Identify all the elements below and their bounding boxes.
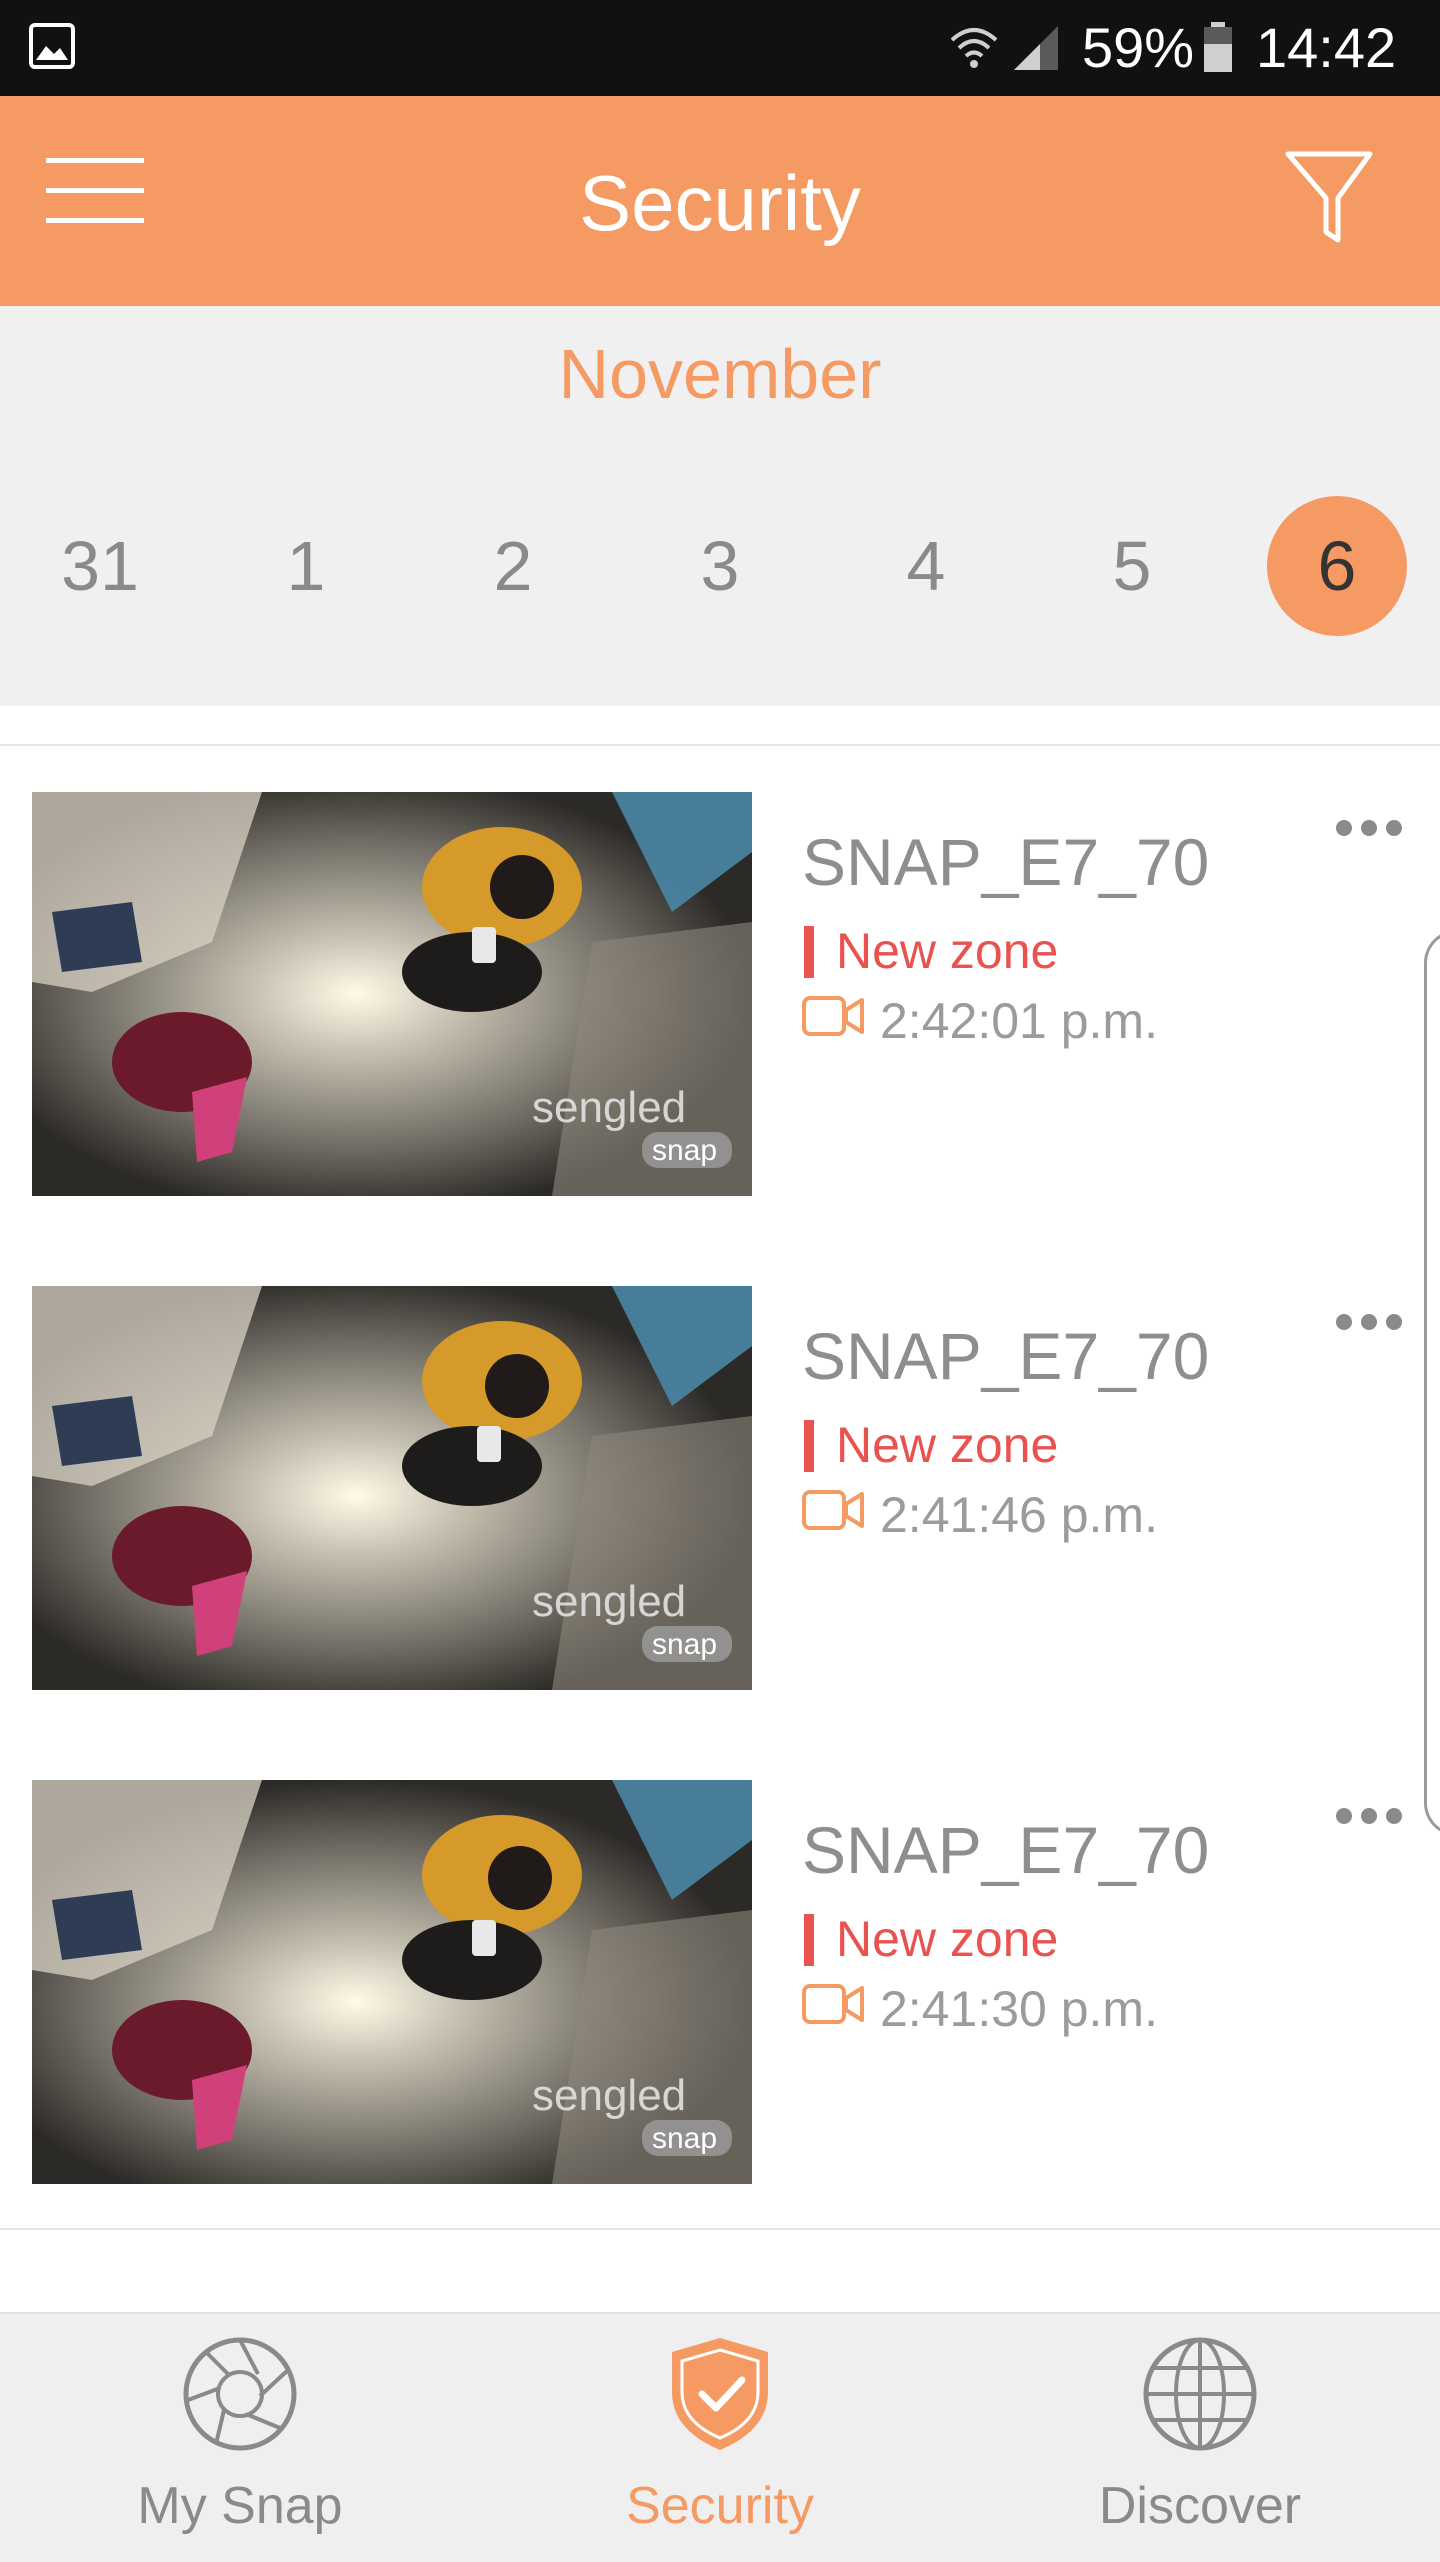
nav-label-security: Security bbox=[626, 2477, 814, 2535]
app-bar: Security bbox=[0, 96, 1440, 306]
month-label: November bbox=[558, 335, 882, 413]
date-selector: November 31 1 2 3 4 5 6 bbox=[0, 306, 1440, 706]
zone-indicator bbox=[804, 926, 814, 978]
camera-snapshot-image: sengled snap bbox=[32, 1780, 752, 2184]
event-thumbnail[interactable]: sengled snap bbox=[32, 1286, 752, 1690]
day-6-selected[interactable]: 6 bbox=[1267, 496, 1407, 636]
bottom-navigation: My Snap Security Discover bbox=[0, 2312, 1440, 2562]
day-31[interactable]: 31 bbox=[30, 496, 170, 636]
nav-discover[interactable]: Discover bbox=[960, 2314, 1440, 2562]
nav-label-my-snap: My Snap bbox=[137, 2477, 343, 2535]
nav-my-snap[interactable]: My Snap bbox=[0, 2314, 480, 2562]
video-camera-icon bbox=[802, 1490, 864, 1530]
status-clock: 14:42 bbox=[1256, 16, 1397, 79]
device-name: SNAP_E7_70 bbox=[802, 825, 1210, 899]
video-camera-icon bbox=[802, 996, 864, 1036]
camera-snapshot-image: sengled snap bbox=[32, 1286, 752, 1690]
svg-text:sengled: sengled bbox=[532, 1083, 686, 1132]
gallery-icon bbox=[29, 23, 75, 69]
more-dots-icon bbox=[1336, 1314, 1402, 1330]
more-options-button[interactable] bbox=[1334, 1300, 1404, 1344]
day-2[interactable]: 2 bbox=[443, 496, 583, 636]
svg-text:snap: snap bbox=[652, 2122, 717, 2155]
aperture-icon bbox=[183, 2337, 297, 2451]
day-4[interactable]: 4 bbox=[856, 496, 996, 636]
battery-percentage: 59% bbox=[1082, 16, 1195, 79]
event-thumbnail[interactable]: sengled snap bbox=[32, 792, 752, 1196]
signal-icon bbox=[1014, 26, 1058, 70]
filter-icon bbox=[1285, 151, 1373, 243]
svg-text:sengled: sengled bbox=[532, 2071, 686, 2120]
zone-label: New zone bbox=[836, 923, 1059, 979]
day-1[interactable]: 1 bbox=[236, 496, 376, 636]
battery-icon bbox=[1204, 22, 1232, 72]
nav-security[interactable]: Security bbox=[480, 2314, 960, 2562]
more-options-button[interactable] bbox=[1334, 806, 1404, 850]
svg-text:sengled: sengled bbox=[532, 1577, 686, 1626]
event-time: 2:42:01 p.m. bbox=[880, 993, 1158, 1049]
day-5[interactable]: 5 bbox=[1062, 496, 1202, 636]
device-name: SNAP_E7_70 bbox=[802, 1319, 1210, 1393]
page-title: Security bbox=[579, 159, 861, 247]
more-options-button[interactable] bbox=[1334, 1794, 1404, 1838]
event-row[interactable]: sengled snap SNAP_E7_70 New zone 2:41:46… bbox=[0, 1240, 1440, 1736]
nav-label-discover: Discover bbox=[1098, 2477, 1302, 2535]
wifi-icon bbox=[950, 28, 998, 68]
day-3[interactable]: 3 bbox=[650, 496, 790, 636]
device-name: SNAP_E7_70 bbox=[802, 1813, 1210, 1887]
more-dots-icon bbox=[1336, 820, 1402, 836]
status-bar: 59% 14:42 bbox=[0, 0, 1440, 96]
globe-icon bbox=[1143, 2337, 1257, 2451]
more-dots-icon bbox=[1336, 1808, 1402, 1824]
scroll-edge-indicator bbox=[1424, 930, 1440, 1836]
zone-indicator bbox=[804, 1914, 814, 1966]
event-time: 2:41:46 p.m. bbox=[880, 1487, 1158, 1543]
video-camera-icon bbox=[802, 1984, 864, 2024]
svg-text:snap: snap bbox=[652, 1134, 717, 1167]
zone-indicator bbox=[804, 1420, 814, 1472]
shield-check-icon bbox=[672, 2338, 768, 2450]
event-time: 2:41:30 p.m. bbox=[880, 1981, 1158, 2037]
zone-label: New zone bbox=[836, 1417, 1059, 1473]
filter-button[interactable] bbox=[1284, 150, 1384, 250]
event-thumbnail[interactable]: sengled snap bbox=[32, 1780, 752, 2184]
event-row[interactable]: sengled snap SNAP_E7_70 New zone 2:41:30… bbox=[0, 1734, 1440, 2230]
event-row[interactable]: sengled snap SNAP_E7_70 New zone 2:42:01… bbox=[0, 746, 1440, 1242]
camera-snapshot-image: sengled snap bbox=[32, 792, 752, 1196]
zone-label: New zone bbox=[836, 1911, 1059, 1967]
svg-text:snap: snap bbox=[652, 1628, 717, 1661]
